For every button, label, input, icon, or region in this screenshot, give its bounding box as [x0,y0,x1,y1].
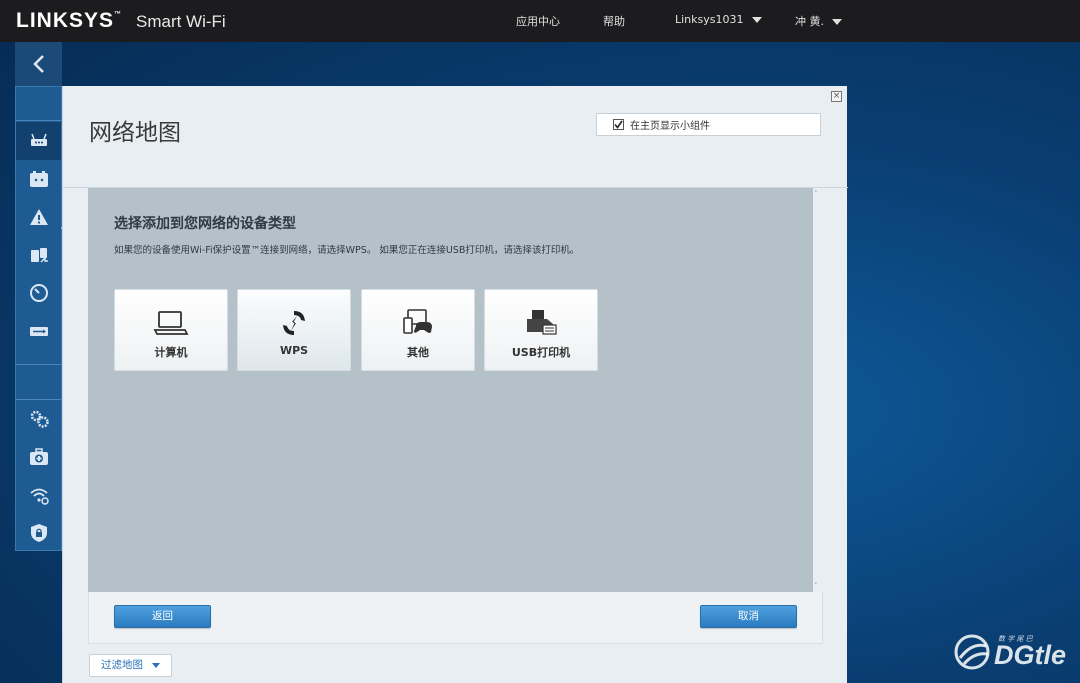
device-card-other[interactable]: 其他 [361,289,475,371]
brand-trademark: ™ [114,11,123,18]
chevron-left-icon [32,55,44,73]
sidebar-item-security[interactable] [16,514,61,552]
sidebar-back-button[interactable] [15,42,62,86]
sidebar [15,86,67,552]
dialog-footer: 返回 取消 [88,592,823,644]
close-button[interactable]: × [831,91,842,102]
scroll-up-icon[interactable]: ˄ [814,190,818,198]
user-menu[interactable]: 冲 黄. [795,13,842,29]
show-widget-toggle[interactable]: 在主页显示小组件 [596,113,821,136]
network-map-icon [30,133,47,146]
section-description: 如果您的设备使用Wi-Fi保护设置™连接到网络，请选择WPS。 如果您正在连接U… [114,245,580,256]
product-name: Smart Wi-Fi [136,12,226,31]
gears-icon [30,410,49,428]
first-aid-icon [29,448,48,465]
shield-lock-icon [30,524,47,542]
linksys-logo: LINKSYS™ [16,9,122,33]
printer-icon [527,310,557,335]
close-icon: × [832,91,841,101]
app-center-link[interactable]: 应用中心 [516,13,560,29]
checkmark-icon [614,120,623,129]
media-prioritization-icon [30,248,48,263]
filter-map-label: 过滤地图 [101,659,143,671]
device-label: WPS [279,344,309,357]
help-link[interactable]: 帮助 [603,13,625,29]
dgtle-watermark: 数 字 尾 巴 DGtle [952,630,1077,675]
page-title: 网络地图 [89,120,181,146]
sidebar-divider [16,364,61,365]
guest-access-icon [29,171,48,187]
network-map-dialog: × 网络地图 在主页显示小组件 选择添加到您网络的设备类型 如果您的设备使用Wi… [62,86,848,683]
section-heading: 选择添加到您网络的设备类型 [114,216,296,232]
device-card-usb-printer[interactable]: USB打印机 [484,289,598,371]
top-bar: LINKSYS™ Smart Wi-Fi 应用中心 帮助 Linksys1031… [0,0,1080,42]
device-card-computer[interactable]: 计算机 [114,289,228,371]
chevron-down-icon [152,662,160,668]
chevron-down-icon [751,17,762,23]
sidebar-item-network-map[interactable] [16,122,61,160]
filter-map-button[interactable]: 过滤地图 [89,654,172,677]
sidebar-item-troubleshooting[interactable] [16,438,61,476]
sidebar-divider [16,120,61,121]
router-menu[interactable]: Linksys1031 [675,13,762,26]
sidebar-item-wireless[interactable] [16,476,61,514]
cancel-button[interactable]: 取消 [700,605,797,628]
speed-test-icon [29,284,48,302]
dgtle-logo-icon [954,634,990,670]
device-type-panel: 选择添加到您网络的设备类型 如果您的设备使用Wi-Fi保护设置™连接到网络，请选… [88,188,813,592]
content-scrollbar[interactable]: ˄ ˅ [813,188,822,592]
wireless-icon [29,488,49,505]
watermark-text: DGtle [994,640,1067,670]
other-devices-icon [403,309,432,334]
user-name: 冲 黄. [795,15,824,28]
device-label: 计算机 [154,346,188,359]
show-widget-label: 在主页显示小组件 [630,121,710,132]
wps-icon [283,311,305,335]
scroll-down-icon[interactable]: ˅ [814,582,818,590]
device-label: 其他 [407,346,429,359]
sidebar-item-usb-storage[interactable] [16,312,61,350]
chevron-down-icon [832,19,842,25]
sidebar-item-parental-controls[interactable] [16,198,61,236]
laptop-icon [153,311,189,335]
sidebar-item-speed-test[interactable] [16,274,61,312]
sidebar-item-media-prioritization[interactable] [16,236,61,274]
sidebar-item-connectivity[interactable] [16,400,61,438]
sidebar-item-guest-access[interactable] [16,160,61,198]
brand-name: LINKSYS [16,9,115,32]
parental-controls-icon [29,209,48,225]
back-button[interactable]: 返回 [114,605,211,628]
router-name: Linksys1031 [675,13,744,26]
device-card-wps[interactable]: WPS [237,289,351,371]
usb-storage-icon [29,327,48,336]
show-widget-checkbox[interactable] [613,119,624,130]
device-label: USB打印机 [511,346,571,359]
